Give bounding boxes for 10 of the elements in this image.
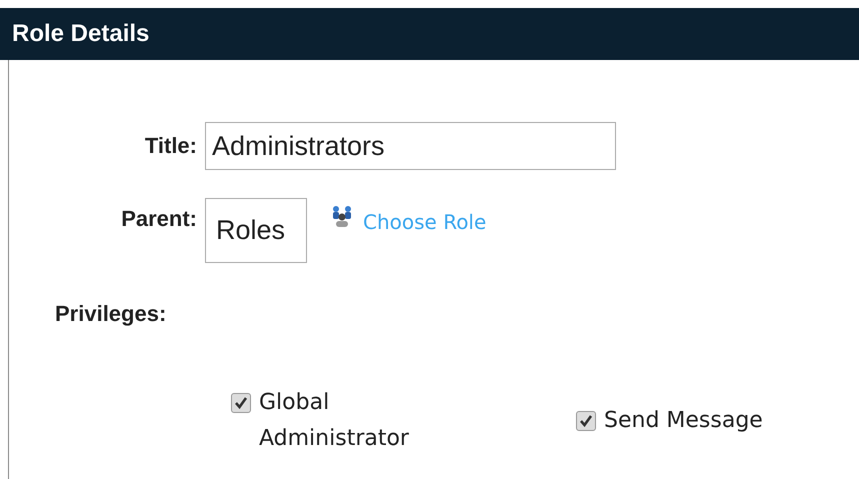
field-label: Title: [144, 133, 197, 159]
checkbox[interactable] [231, 393, 251, 413]
parent-field[interactable]: Roles [205, 198, 307, 263]
panel-title: Role Details [12, 20, 150, 48]
checkbox[interactable] [576, 411, 596, 431]
privilege-label: Send Message [604, 407, 763, 435]
title-input-field[interactable]: Administrators [205, 122, 616, 170]
field-label: Parent: [120, 206, 197, 232]
privileges-label: Privileges: [55, 301, 166, 327]
privilege-label: Global Administrator [259, 389, 409, 453]
